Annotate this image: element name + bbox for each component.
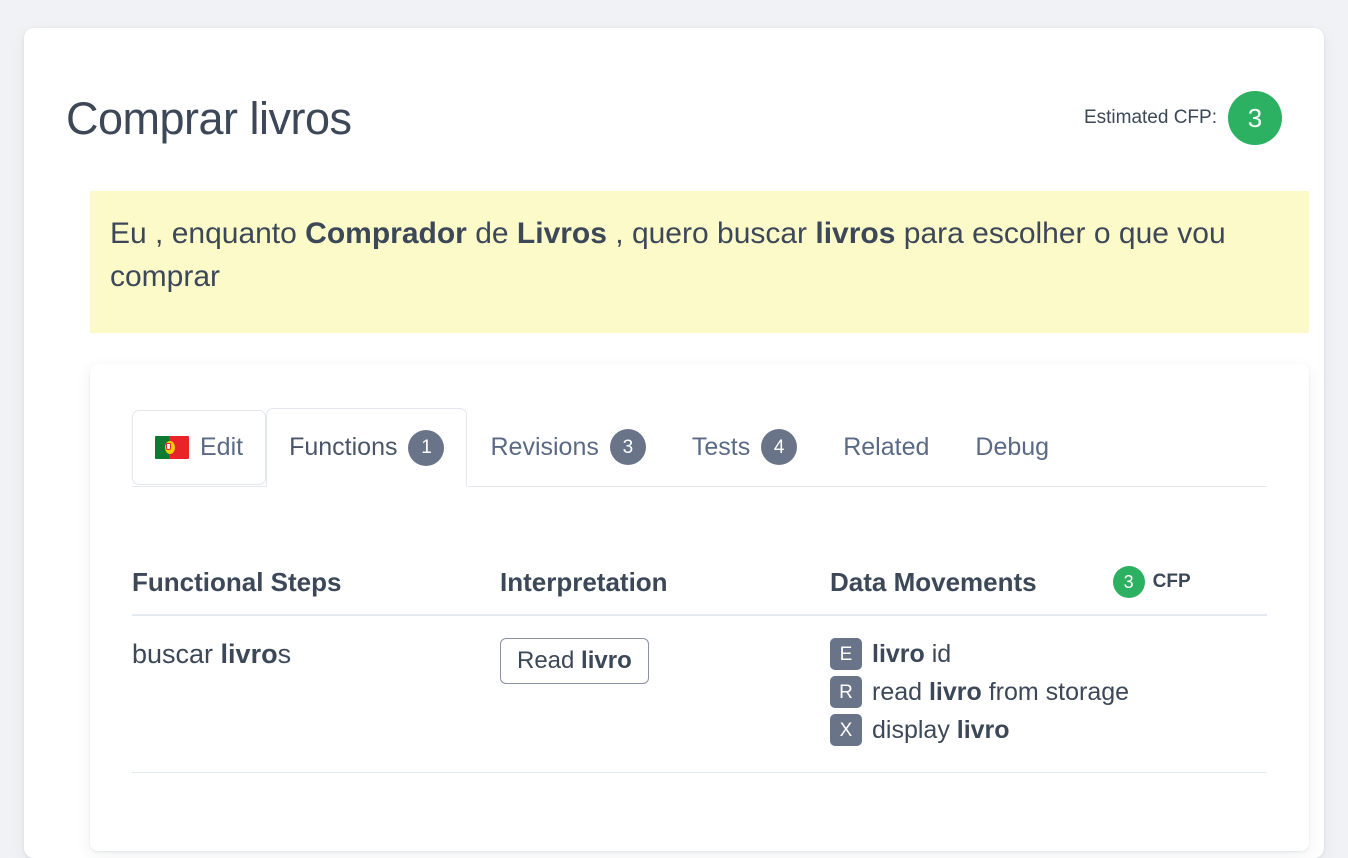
tab-functions-badge: 1 (408, 429, 445, 466)
functions-panel: Edit Functions 1 Revisions 3 Tests 4 Rel… (90, 364, 1309, 851)
column-header-interpretation: Interpretation (500, 566, 668, 597)
data-movement-entry: E livro id (830, 638, 1129, 670)
table-row: buscar livros Read livro E livro id R re… (132, 616, 1267, 773)
estimated-cfp-badge: 3 (1228, 91, 1282, 145)
tab-edit[interactable]: Edit (132, 410, 267, 485)
page-title: Comprar livros (66, 92, 352, 144)
tab-revisions-label: Revisions (490, 432, 599, 461)
data-movement-type-badge: E (830, 638, 862, 670)
data-movement-type-badge: R (830, 676, 862, 708)
cell-functional-step: buscar livros (132, 638, 500, 670)
tab-debug[interactable]: Debug (952, 407, 1072, 486)
tab-related[interactable]: Related (820, 407, 952, 486)
table-cfp-total: 3 CFP (1112, 566, 1191, 598)
data-movement-text: livro id (872, 639, 952, 668)
tab-bar: Edit Functions 1 Revisions 3 Tests 4 Rel… (132, 407, 1267, 487)
data-movement-text: display livro (872, 715, 1010, 744)
column-header-functional-steps: Functional Steps (132, 566, 342, 597)
estimated-cfp-label: Estimated CFP: (1083, 107, 1217, 128)
tab-edit-label: Edit (200, 433, 244, 461)
tab-tests[interactable]: Tests 4 (669, 407, 820, 486)
cell-interpretation: Read livro (500, 638, 830, 685)
tab-tests-badge: 4 (761, 429, 798, 465)
tab-related-label: Related (843, 432, 930, 461)
table-header-row: Functional Steps Interpretation Data Mov… (132, 566, 1267, 616)
page-header: Comprar livros Estimated CFP: 3 (66, 72, 1282, 164)
tab-functions[interactable]: Functions 1 (266, 408, 468, 487)
flag-pt-icon (155, 436, 189, 459)
table-cfp-label: CFP (1152, 571, 1191, 592)
tab-debug-label: Debug (975, 432, 1050, 461)
tab-functions-label: Functions (289, 433, 398, 461)
interpretation-chip[interactable]: Read livro (500, 638, 649, 685)
functional-step-text: buscar livros (132, 639, 292, 669)
data-movement-text: read livro from storage (872, 677, 1130, 706)
tab-tests-label: Tests (691, 432, 751, 461)
data-movement-entry: X display livro (830, 714, 1129, 746)
estimated-cfp: Estimated CFP: 3 (1084, 91, 1282, 145)
user-story-text: Eu , enquanto Comprador de Livros , quer… (110, 217, 1226, 293)
page-card: Comprar livros Estimated CFP: 3 Eu , enq… (24, 28, 1324, 858)
data-movement-type-badge: X (830, 714, 862, 746)
functional-steps-table: Functional Steps Interpretation Data Mov… (132, 566, 1267, 773)
column-header-data-movements: Data Movements 3 CFP (830, 566, 1191, 598)
cell-data-movements: E livro id R read livro from storage X d… (830, 638, 1267, 746)
user-story-banner: Eu , enquanto Comprador de Livros , quer… (90, 191, 1309, 333)
table-cfp-badge: 3 (1112, 566, 1145, 598)
data-movement-entry: R read livro from storage (830, 676, 1129, 708)
tab-revisions[interactable]: Revisions 3 (467, 407, 668, 486)
tab-revisions-badge: 3 (609, 429, 646, 465)
data-movements-list: E livro id R read livro from storage X d… (830, 638, 1129, 746)
